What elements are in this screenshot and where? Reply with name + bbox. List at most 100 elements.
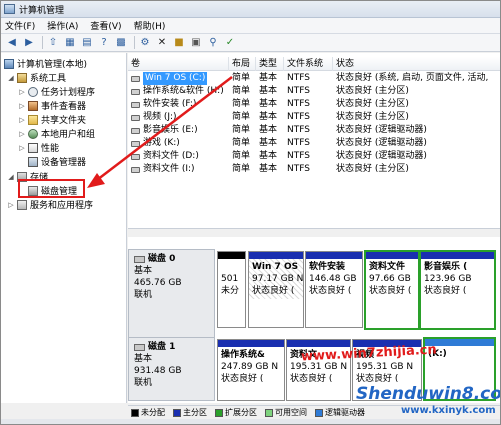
menu-view[interactable]: 查看(V): [90, 19, 121, 32]
column-header-layout[interactable]: 布局: [229, 57, 256, 71]
volume-fs-cell: NTFS: [287, 73, 310, 83]
back-icon[interactable]: ◀: [5, 36, 19, 50]
search-icon[interactable]: ⚲: [206, 36, 220, 50]
volume-row[interactable]: 游戏 (K:) 简单 基本 NTFS 状态良好 (逻辑驱动器): [128, 137, 500, 150]
menu-help[interactable]: 帮助(H): [134, 19, 166, 32]
toolbar: ◀ ▶ ⇧ ▦ ▤ ? ▩ ⚙ ✕ ■ ▣ ⚲ ✓: [1, 34, 500, 52]
window-title: 计算机管理: [19, 5, 65, 16]
disk-0-label[interactable]: 磁盘 0 基本 465.76 GB 联机: [128, 249, 215, 339]
volume-status-cell: 状态良好 (逻辑驱动器): [336, 151, 427, 161]
partition-software[interactable]: 软件安装 146.48 GB 状态良好 (: [305, 251, 363, 328]
partition-status: 状态良好 (: [424, 286, 467, 296]
volume-icon: [131, 127, 140, 134]
volume-layout-cell: 简单: [232, 112, 251, 122]
partition-documents[interactable]: 资料文件 97.66 GB 状态良好 (: [364, 250, 420, 330]
help-icon[interactable]: ?: [97, 36, 111, 50]
volume-type-cell: 基本: [259, 138, 278, 148]
volume-fs-cell: NTFS: [287, 151, 310, 161]
disk-type: 基本: [134, 354, 153, 364]
column-header-type[interactable]: 类型: [256, 57, 284, 71]
volume-fs-cell: NTFS: [287, 138, 310, 148]
volume-row[interactable]: 影音娱乐 (E:) 简单 基本 NTFS 状态良好 (逻辑驱动器): [128, 124, 500, 137]
collapse-icon[interactable]: ◢: [7, 173, 15, 181]
volume-layout-cell: 简单: [232, 73, 251, 83]
volume-row[interactable]: 操作系统&软件 (H:) 简单 基本 NTFS 状态良好 (主分区): [128, 85, 500, 98]
volume-fs-cell: NTFS: [287, 86, 310, 96]
partition-name: 资料文件: [369, 262, 406, 272]
tree-label: 性能: [41, 144, 60, 154]
tree-label: 系统工具: [30, 74, 67, 84]
performance-icon: [28, 142, 38, 153]
volume-type-cell: 基本: [259, 73, 278, 83]
expand-icon[interactable]: ▷: [7, 201, 15, 209]
disk-name: 磁盘 0: [148, 254, 176, 264]
partition-entertainment[interactable]: 影音娱乐 ( 123.96 GB 状态良好 (: [419, 250, 496, 330]
toolbar-separator: [134, 36, 135, 49]
disk-1-label[interactable]: 磁盘 1 基本 931.48 GB 联机: [128, 337, 215, 401]
tree-item-services-apps[interactable]: ▷ 服务和应用程序: [7, 198, 93, 211]
partition-name: 软件安装: [309, 262, 346, 272]
partition-name: (K:): [428, 349, 447, 359]
volume-type-cell: 基本: [259, 86, 278, 96]
tree-item-device-manager[interactable]: 设备管理器: [28, 155, 86, 168]
tree-item-task-scheduler[interactable]: ▷ 任务计划程序: [18, 85, 95, 98]
expand-icon[interactable]: ▷: [18, 130, 26, 138]
partition-size: 97.17 GB N: [252, 274, 304, 284]
volume-type-cell: 基本: [259, 112, 278, 122]
column-header-filesystem[interactable]: 文件系统: [284, 57, 333, 71]
partition-unallocated[interactable]: 501 未分: [217, 251, 246, 328]
refresh-icon[interactable]: ▩: [114, 36, 128, 50]
menu-file[interactable]: 文件(F): [5, 19, 35, 32]
folder-icon[interactable]: ■: [172, 36, 186, 50]
expand-icon[interactable]: ▷: [18, 116, 26, 124]
event-log-icon: [28, 100, 38, 111]
partition-win7-os[interactable]: Win 7 OS 97.17 GB N 状态良好 (: [248, 251, 304, 328]
settings-icon[interactable]: ⚙: [138, 36, 152, 50]
volume-row[interactable]: 视频 (J:) 简单 基本 NTFS 状态良好 (主分区): [128, 111, 500, 124]
tree-item-shared-folders[interactable]: ▷ 共享文件夹: [18, 113, 86, 126]
volume-fs-cell: NTFS: [287, 125, 310, 135]
tree-item-root[interactable]: 计算机管理(本地): [4, 57, 87, 70]
partition-os-software[interactable]: 操作系统& 247.89 GB N 状态良好 (: [217, 339, 285, 401]
volume-name-cell: 资料文件 (D:): [128, 150, 229, 163]
expand-icon[interactable]: ▷: [18, 88, 26, 96]
volume-status-cell: 状态良好 (系统, 启动, 页面文件, 活动,: [336, 73, 489, 83]
tree-item-local-users[interactable]: ▷ 本地用户和组: [18, 127, 95, 140]
column-header-volume[interactable]: 卷: [128, 57, 229, 71]
tree-item-event-viewer[interactable]: ▷ 事件查看器: [18, 99, 86, 112]
up-icon[interactable]: ⇧: [46, 36, 60, 50]
volume-layout-cell: 简单: [232, 151, 251, 161]
disk-icon[interactable]: ▣: [189, 36, 203, 50]
delete-icon[interactable]: ✕: [155, 36, 169, 50]
volume-row[interactable]: 资料文件 (I:) 简单 基本 NTFS 状态良好 (主分区): [128, 163, 500, 176]
toolbar-separator: [42, 36, 43, 49]
properties-icon[interactable]: ▤: [80, 36, 94, 50]
volume-row[interactable]: Win 7 OS (C:) 简单 基本 NTFS 状态良好 (系统, 启动, 页面文件,…: [128, 72, 500, 85]
expand-icon[interactable]: ▷: [18, 144, 26, 152]
disk-state: 联机: [134, 378, 153, 388]
check-icon[interactable]: ✓: [223, 36, 237, 50]
expand-icon[interactable]: ▷: [18, 102, 26, 110]
tree-item-system-tools[interactable]: ◢ 系统工具: [7, 71, 66, 84]
tree-item-performance[interactable]: ▷ 性能: [18, 141, 59, 154]
forward-icon[interactable]: ▶: [22, 36, 36, 50]
column-header-status[interactable]: 状态: [333, 57, 500, 71]
volume-list-header: 卷 布局 类型 文件系统 状态: [128, 57, 500, 71]
collapse-icon[interactable]: ◢: [7, 74, 15, 82]
legend-logical: 逻辑驱动器: [315, 407, 365, 418]
show-tree-icon[interactable]: ▦: [63, 36, 77, 50]
tree-label: 计算机管理(本地): [17, 60, 88, 70]
volume-name-cell: 资料文件 (I:): [128, 163, 229, 176]
volume-row[interactable]: 软件安装 (F:) 简单 基本 NTFS 状态良好 (主分区): [128, 98, 500, 111]
volume-row[interactable]: 资料文件 (D:) 简单 基本 NTFS 状态良好 (逻辑驱动器): [128, 150, 500, 163]
volume-icon: [131, 75, 140, 82]
disk-size: 931.48 GB: [134, 366, 182, 376]
partition-status: 状态良好 (: [290, 374, 333, 384]
partition-size: 195.31 GB N: [356, 362, 414, 372]
volume-type-cell: 基本: [259, 99, 278, 109]
volume-icon: [131, 140, 140, 147]
volume-icon: [131, 153, 140, 160]
clock-icon: [28, 86, 38, 97]
menu-action[interactable]: 操作(A): [47, 19, 78, 32]
volume-icon: [131, 101, 140, 108]
